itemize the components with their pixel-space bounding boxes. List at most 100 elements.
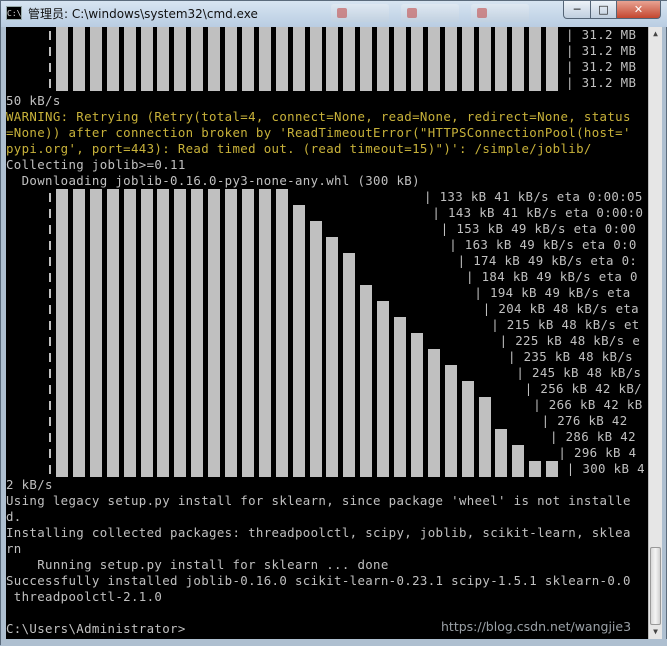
download-progress-label: | 215 kB 48 kB/s et: [491, 317, 640, 332]
progress-block: [72, 27, 85, 91]
progress-left-edge: [49, 209, 51, 218]
progress-block: [208, 27, 221, 91]
progress-block: [427, 349, 440, 477]
progress-size: | 31.2 MB: [566, 75, 637, 90]
progress-left-edge: [49, 353, 51, 362]
progress-block: [377, 301, 390, 477]
progress-block: [512, 445, 525, 477]
ghost-tab: [401, 4, 459, 22]
progress-left-edge: [49, 273, 51, 282]
console-line: 50 kB/s: [6, 93, 61, 108]
cmd-icon[interactable]: C:\: [6, 6, 22, 20]
watermark: https://blog.csdn.net/wangjie3: [441, 619, 632, 634]
progress-block: [106, 189, 119, 477]
download-progress-label: | 256 kB 42 kB/: [524, 381, 642, 396]
progress-left-edge: [49, 257, 51, 266]
ghost-tab: [471, 4, 529, 22]
progress-block: [174, 27, 187, 91]
progress-left-edge: [49, 337, 51, 346]
progress-block: [360, 27, 373, 91]
progress-block: [512, 27, 525, 91]
background-taskbar-ghost: [331, 4, 551, 22]
console-line: rn: [6, 541, 22, 556]
progress-block: [309, 221, 322, 477]
progress-block: [546, 27, 559, 91]
progress-left-edge: [49, 47, 51, 56]
progress-left-edge: [49, 31, 51, 40]
progress-left-edge: [49, 465, 51, 474]
progress-block: [495, 429, 508, 477]
progress-block: [275, 27, 288, 91]
progress-block: [309, 27, 322, 91]
progress-left-edge: [49, 289, 51, 298]
download-progress-label: | 194 kB 49 kB/s eta: [474, 285, 631, 300]
console-line: 2 kB/s: [6, 477, 53, 492]
progress-block: [360, 285, 373, 477]
ghost-tab: [331, 4, 389, 22]
progress-block: [140, 189, 153, 477]
download-progress-label: | 184 kB 49 kB/s eta 0: [466, 269, 638, 284]
progress-block: [343, 27, 356, 91]
progress-left-edge: [49, 241, 51, 250]
window-title: 管理员: C:\windows\system32\cmd.exe: [28, 7, 258, 21]
progress-block: [394, 27, 406, 91]
download-progress-label: | 143 kB 41 kB/s eta 0:00:0: [432, 205, 644, 220]
scroll-thumb[interactable]: [650, 547, 661, 625]
progress-block: [157, 27, 170, 91]
progress-block: [174, 189, 187, 477]
progress-block: [343, 253, 356, 477]
progress-block: [106, 27, 119, 91]
progress-block: [89, 189, 102, 477]
download-progress-label: | 174 kB 49 kB/s eta 0:: [457, 253, 638, 268]
progress-block: [140, 27, 153, 91]
console-line: Successfully installed joblib-0.16.0 sci…: [6, 573, 631, 588]
download-progress-label: | 276 kB 42: [541, 413, 628, 428]
progress-left-edge: [49, 369, 51, 378]
download-progress-label: | 300 kB 4: [566, 461, 645, 476]
console-line: Installing collected packages: threadpoo…: [6, 525, 631, 540]
progress-left-edge: [49, 385, 51, 394]
download-progress-label: | 133 kB 41 kB/s eta 0:00:05: [424, 189, 643, 204]
progress-size: | 31.2 MB: [566, 43, 637, 58]
scroll-up-arrow-icon[interactable]: ▲: [649, 27, 662, 41]
progress-block: [461, 27, 474, 91]
cmd-window: C:\ 管理员: C:\windows\system32\cmd.exe ─ □…: [0, 0, 667, 646]
progress-left-edge: [49, 225, 51, 234]
progress-block: [292, 27, 305, 91]
progress-block: [326, 237, 339, 477]
title-bar[interactable]: C:\ 管理员: C:\windows\system32\cmd.exe ─ □…: [1, 1, 667, 27]
download-progress-label: | 204 kB 48 kB/s eta: [482, 301, 639, 316]
download-progress-label: | 245 kB 48 kB/s: [516, 365, 642, 380]
progress-left-edge: [49, 193, 51, 202]
download-progress-label: | 266 kB 42 kB: [533, 397, 643, 412]
progress-block: [191, 189, 204, 477]
scroll-down-arrow-icon[interactable]: ▼: [649, 625, 662, 639]
download-progress-label: | 225 kB 48 kB/s e: [499, 333, 641, 348]
progress-block: [241, 189, 254, 477]
console-output[interactable]: | 31.2 MB | 31.2 MB | 31.2 MB | 31.2 MB …: [6, 27, 648, 639]
progress-block: [123, 27, 136, 91]
progress-block: [377, 27, 390, 91]
command-prompt[interactable]: C:\Users\Administrator>: [6, 621, 186, 637]
close-button[interactable]: ✕: [616, 1, 661, 19]
minimize-button[interactable]: ─: [563, 1, 591, 19]
console-line: Collecting joblib>=0.11: [6, 157, 186, 172]
progress-left-edge: [49, 433, 51, 442]
progress-block: [191, 27, 204, 91]
console-line: threadpoolctl-2.1.0: [6, 589, 163, 604]
progress-block: [495, 27, 508, 91]
progress-block: [241, 27, 254, 91]
progress-block: [258, 189, 271, 477]
progress-block: [410, 333, 423, 477]
progress-block: [225, 189, 237, 477]
progress-left-edge: [49, 305, 51, 314]
progress-block: [326, 27, 339, 91]
progress-block: [478, 27, 491, 91]
progress-block: [546, 461, 559, 477]
progress-block: [258, 27, 271, 91]
progress-left-edge: [49, 63, 51, 72]
warning-line: WARNING: Retrying (Retry(total=4, connec…: [6, 109, 631, 124]
maximize-button[interactable]: □: [590, 1, 617, 19]
vertical-scrollbar[interactable]: ▲ ▼: [648, 27, 662, 639]
progress-block: [529, 27, 542, 91]
